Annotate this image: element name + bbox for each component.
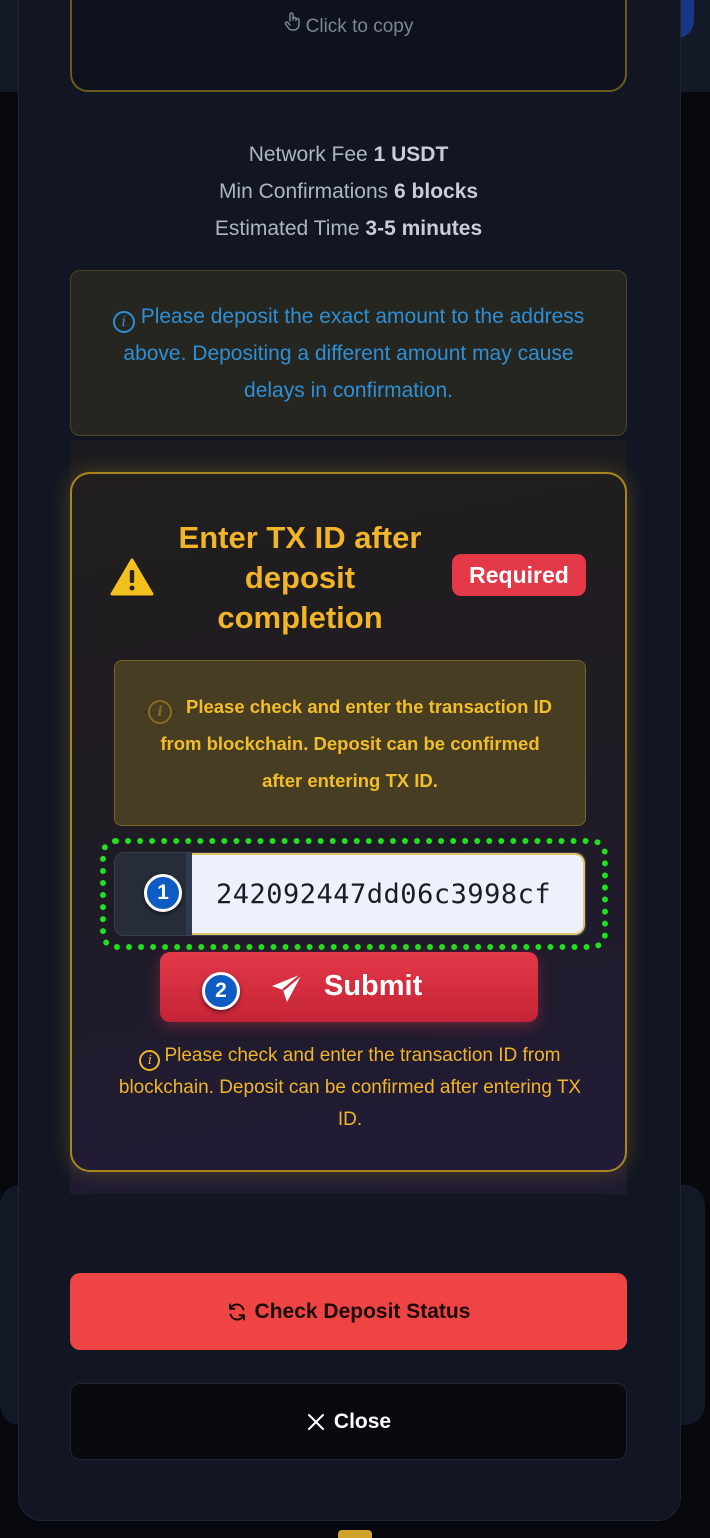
estimated-time-value: 3-5 minutes: [365, 217, 483, 240]
close-button[interactable]: Close: [70, 1383, 627, 1460]
tx-id-input[interactable]: [192, 853, 585, 935]
exact-amount-notice: i Please deposit the exact amount to the …: [70, 270, 627, 436]
submit-label: Submit: [324, 970, 423, 1002]
info-circle-icon: i: [139, 1050, 161, 1071]
required-badge: Required: [452, 554, 586, 596]
min-confirmations-row: Min Confirmations 6 blocks: [70, 173, 627, 210]
refresh-icon: [228, 1303, 245, 1320]
check-deposit-status-label: Check Deposit Status: [254, 1299, 471, 1323]
warning-triangle-icon: [110, 558, 154, 596]
tx-card-title: Enter TX ID after deposit completion: [178, 520, 422, 635]
info-circle-icon: i: [147, 699, 172, 724]
copy-hint-text: Click to copy: [305, 16, 414, 37]
close-label: Close: [333, 1409, 392, 1433]
estimated-time-label: Estimated Time: [214, 217, 360, 240]
network-fee-row: Network Fee 1 USDT: [70, 136, 627, 173]
copy-hint[interactable]: Click to copy: [72, 12, 625, 38]
tx-help-text: i Please check and enter the transaction …: [108, 1040, 592, 1136]
hand-pointer-icon: [284, 12, 302, 38]
paper-plane-icon: [272, 973, 303, 1002]
exact-amount-notice-text: Please deposit the exact amount to the a…: [123, 304, 585, 402]
deposit-info: Network Fee 1 USDT Min Confirmations 6 b…: [70, 136, 627, 247]
bottom-indicator: [338, 1530, 372, 1538]
check-deposit-status-button[interactable]: Check Deposit Status: [70, 1273, 627, 1350]
estimated-time-row: Estimated Time 3-5 minutes: [70, 210, 627, 247]
tx-id-card: Enter TX ID after deposit completion Req…: [70, 472, 627, 1172]
tx-card-notice: i Please check and enter the transaction …: [114, 660, 586, 826]
min-confirmations-label: Min Confirmations: [218, 180, 389, 203]
x-icon: [307, 1413, 324, 1430]
min-confirmations-value: 6 blocks: [394, 180, 479, 203]
network-fee-label: Network Fee: [248, 143, 368, 166]
network-fee-value: 1 USDT: [373, 143, 449, 166]
info-circle-icon: i: [112, 310, 135, 333]
tx-card-notice-text: Please check and enter the transaction I…: [160, 695, 553, 791]
tx-id-input-group: [114, 852, 586, 936]
deposit-address-box[interactable]: Click to copy: [70, 0, 627, 92]
tx-help-content: Please check and enter the transaction I…: [118, 1045, 582, 1130]
step-2-badge: 2: [202, 972, 240, 1010]
step-1-badge: 1: [144, 874, 182, 912]
